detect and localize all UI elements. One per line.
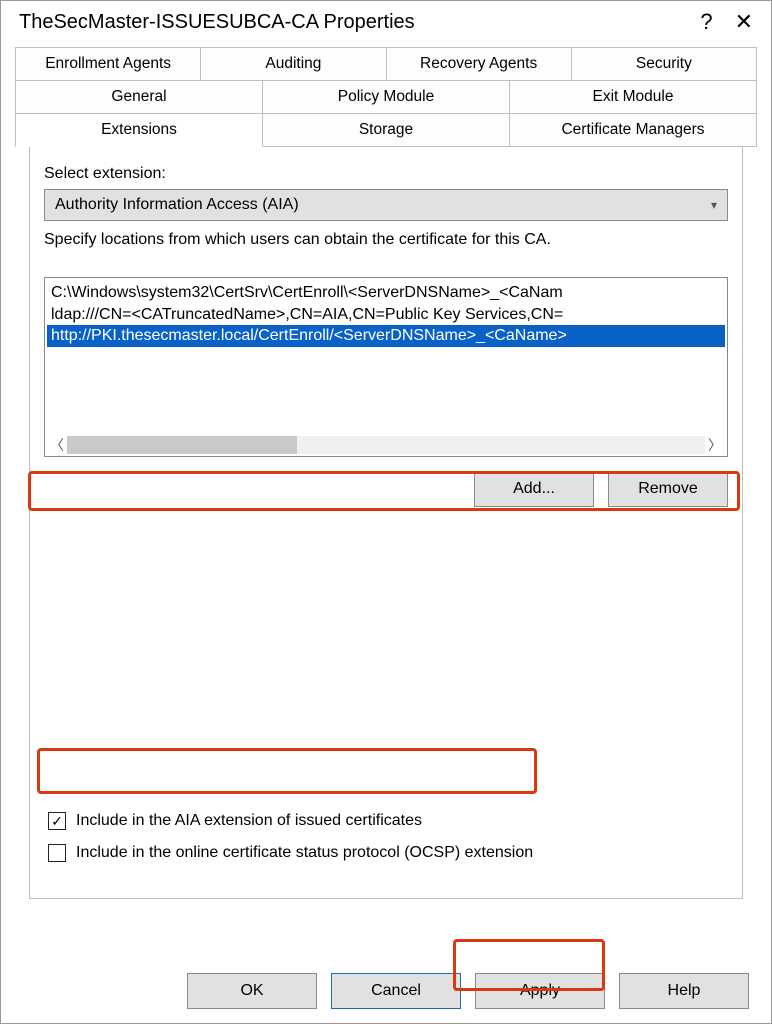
close-icon[interactable]: ✕ [735,9,753,35]
tab-enrollment-agents[interactable]: Enrollment Agents [15,47,201,81]
ok-button[interactable]: OK [187,973,317,1009]
list-item[interactable]: http://PKI.thesecmaster.local/CertEnroll… [47,325,725,347]
scrollbar-thumb[interactable] [67,436,297,454]
remove-button[interactable]: Remove [608,471,728,507]
locations-listbox[interactable]: C:\Windows\system32\CertSrv\CertEnroll\<… [44,277,728,457]
tab-auditing[interactable]: Auditing [201,47,386,81]
help-button[interactable]: Help [619,973,749,1009]
tabs: Enrollment Agents Auditing Recovery Agen… [1,41,771,899]
tab-recovery-agents[interactable]: Recovery Agents [387,47,572,81]
dropdown-value: Authority Information Access (AIA) [55,196,299,214]
locations-description: Specify locations from which users can o… [44,231,728,249]
tab-security[interactable]: Security [572,47,757,81]
checkbox-include-ocsp[interactable] [48,844,66,862]
apply-button[interactable]: Apply [475,973,605,1009]
checkbox-include-aia[interactable]: ✓ [48,812,66,830]
tab-certificate-managers[interactable]: Certificate Managers [510,114,757,147]
list-item[interactable]: ldap:///CN=<CATruncatedName>,CN=AIA,CN=P… [47,304,725,326]
checkbox-include-aia-label: Include in the AIA extension of issued c… [76,812,422,830]
scroll-left-icon[interactable]: 〈 [47,435,67,455]
tab-content: Select extension: Authority Information … [29,147,743,899]
window-title: TheSecMaster-ISSUESUBCA-CA Properties [19,11,415,34]
checkbox-include-ocsp-label: Include in the online certificate status… [76,844,533,862]
help-icon[interactable]: ? [700,9,712,35]
titlebar: TheSecMaster-ISSUESUBCA-CA Properties ? … [1,1,771,41]
tab-general[interactable]: General [15,81,263,114]
chevron-down-icon: ▾ [711,198,717,212]
select-extension-dropdown[interactable]: Authority Information Access (AIA) ▾ [44,189,728,221]
tab-storage[interactable]: Storage [263,114,510,147]
dialog-footer: OK Cancel Apply Help [1,973,771,1009]
list-item[interactable]: C:\Windows\system32\CertSrv\CertEnroll\<… [47,282,725,304]
tab-policy-module[interactable]: Policy Module [263,81,510,114]
horizontal-scrollbar[interactable]: 〈 〉 [47,434,725,456]
tab-extensions[interactable]: Extensions [15,114,263,147]
add-button[interactable]: Add... [474,471,594,507]
tab-exit-module[interactable]: Exit Module [510,81,757,114]
select-extension-label: Select extension: [44,165,728,183]
cancel-button[interactable]: Cancel [331,973,461,1009]
scroll-right-icon[interactable]: 〉 [705,435,725,455]
